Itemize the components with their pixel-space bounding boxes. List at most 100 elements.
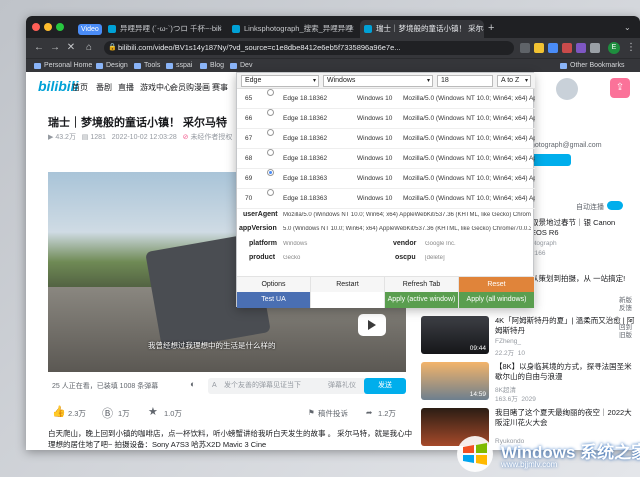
ua-row[interactable]: 70 Edge 18.18363 Windows 10 Mozilla/5.0 … [237, 189, 535, 209]
bookmark-item[interactable]: Personal Home [34, 60, 92, 72]
nav-item-home[interactable]: 首页 [72, 82, 88, 94]
forward-arrow-icon[interactable]: → [48, 41, 62, 55]
ua-radio[interactable] [267, 129, 274, 136]
tab-list-chevron-icon[interactable]: ⌄ [624, 20, 631, 36]
nav-item-games[interactable]: 游戏中心 [140, 82, 172, 94]
close-window-button[interactable] [32, 23, 40, 31]
folder-icon [200, 63, 207, 69]
minimize-window-button[interactable] [44, 23, 52, 31]
send-button[interactable]: 发送 [364, 378, 406, 394]
chevron-down-icon: ▾ [312, 78, 316, 84]
apply-active-window-button[interactable]: Apply (active window) [385, 292, 459, 308]
rec-title[interactable]: 取景地过春节｜银 Canon EOS R6 [531, 218, 631, 238]
ua-radio[interactable] [267, 89, 274, 96]
extension-icon[interactable] [562, 43, 572, 53]
favorite-star-icon[interactable]: ★ [148, 405, 158, 418]
restart-button[interactable]: Restart [311, 277, 385, 293]
os-select[interactable]: Windows ▾ [323, 75, 433, 87]
refresh-tab-button[interactable]: Refresh Tab [385, 277, 459, 293]
rec-thumbnail[interactable]: 09:44 [421, 316, 489, 354]
close-tab-icon[interactable]: × [475, 20, 480, 38]
ua-row-os: Windows 10 [357, 135, 393, 142]
platform-value[interactable]: Windows [283, 241, 363, 247]
share-icon[interactable] [520, 43, 530, 53]
ua-row[interactable]: 67 Edge 18.18362 Windows 10 Mozilla/5.0 … [237, 129, 535, 149]
danmaku-etiquette-link[interactable]: 弹幕礼仪 [328, 378, 356, 394]
ua-row-selected[interactable]: 69 Edge 18.18363 Windows 10 Mozilla/5.0 … [237, 169, 535, 189]
ua-search-input[interactable]: 18 [437, 75, 493, 87]
back-arrow-icon[interactable]: ← [32, 41, 46, 55]
maximize-window-button[interactable] [56, 23, 64, 31]
browser-select[interactable]: Edge ▾ [241, 75, 319, 87]
ua-radio[interactable] [267, 189, 274, 196]
tab-bilibili-home[interactable]: 异哩异哩 (´-ω-`)つロ 千杯~-bili × [104, 20, 226, 38]
ua-radio[interactable] [267, 109, 274, 116]
oscpu-value[interactable]: [delete] [425, 255, 525, 261]
extension-icon[interactable] [548, 43, 558, 53]
bookmark-item[interactable]: sspai [166, 60, 192, 72]
rec-title[interactable]: 我目睹了这个夏天最绚丽的夜空｜2022大阪淀川花火大会 [495, 408, 635, 428]
bookmark-item[interactable]: Design [96, 60, 128, 72]
nav-item-mall[interactable]: 会员购 [170, 82, 194, 94]
ua-row[interactable]: 66 Edge 18.18362 Windows 10 Mozilla/5.0 … [237, 109, 535, 129]
share-arrow-icon[interactable]: ➦ [366, 408, 372, 417]
sort-select[interactable]: A to Z ▾ [497, 75, 531, 87]
rec-video-card[interactable]: 14:59 【8K】以身临其境的方式，探寻法国圣米歇尔山的自由与浪漫 8K超清 … [421, 362, 632, 403]
font-a-icon[interactable]: A [212, 378, 217, 394]
bookmark-label: Other Bookmarks [570, 62, 625, 69]
bookmark-item[interactable]: Blog [200, 60, 224, 72]
danmaku-input[interactable]: A 发个友善的弹幕见证当下 弹幕礼仪 [208, 378, 388, 394]
coin-icon[interactable]: Ⓑ [102, 405, 113, 421]
report-icon[interactable]: ⚑ [308, 408, 315, 417]
useragent-value[interactable]: Mozilla/5.0 (Windows NT 10.0; Win64; x64… [283, 212, 531, 218]
home-icon[interactable]: ⌂ [82, 41, 96, 55]
product-value[interactable]: Gecko [283, 255, 363, 261]
puzzle-icon[interactable] [590, 43, 600, 53]
apply-all-windows-button[interactable]: Apply (all windows) [459, 292, 535, 308]
extension-icon[interactable] [576, 43, 586, 53]
like-icon[interactable]: 👍 [52, 405, 66, 418]
bookmark-label: Blog [210, 62, 225, 69]
close-tab-icon[interactable]: × [349, 20, 354, 38]
video-description: 白天爬山，晚上回到小镇的咖啡店，点一杯饮料，听小螃蟹讲给我听白天发生的故事 。 … [48, 429, 413, 449]
ua-row[interactable]: 68 Edge 18.18362 Windows 10 Mozilla/5.0 … [237, 149, 535, 169]
windows-watermark: Windows 系统之家 www.bjjmlv.com [455, 432, 640, 477]
follow-button[interactable] [531, 154, 571, 166]
profile-avatar[interactable]: E [608, 42, 620, 54]
reset-button[interactable]: Reset [459, 277, 535, 293]
vendor-value[interactable]: Google Inc. [425, 241, 525, 247]
close-tab-icon[interactable]: × [217, 20, 222, 38]
ua-row-browser: Edge 18.18363 [283, 195, 328, 202]
star-icon[interactable] [534, 43, 544, 53]
nav-item-manga[interactable]: 漫画 [194, 82, 210, 94]
side-link-new[interactable]: 新版 反馈 [619, 297, 632, 313]
rec-title[interactable]: 【8K】以身临其境的方式，探寻法国圣米歇尔山的自由与浪漫 [495, 362, 635, 382]
rec-thumbnail[interactable]: 14:59 [421, 362, 489, 400]
close-icon[interactable]: ✕ [64, 41, 78, 55]
appversion-value[interactable]: 5.0 (Windows NT 10.0; Win64; x64) AppleW… [283, 226, 531, 232]
autoplay-toggle[interactable] [607, 201, 623, 210]
rec-title[interactable]: 从策划到拍摄，从 一站搞定! [531, 274, 631, 284]
bookmark-item[interactable]: Tools [134, 60, 160, 72]
nav-item-anime[interactable]: 番剧 [96, 82, 112, 94]
address-bar[interactable]: 🔒 bilibili.com/video/BV1s14y187Ny/?vd_so… [104, 41, 514, 55]
nav-item-live[interactable]: 直播 [118, 82, 134, 94]
test-ua-button[interactable]: Test UA [237, 292, 311, 308]
other-bookmarks[interactable]: Other Bookmarks [560, 60, 624, 72]
ua-row[interactable]: 65 Edge 18.18362 Windows 10 Mozilla/5.0 … [237, 89, 535, 109]
rec-title[interactable]: 4K「阿姆斯特丹的夏」| 溫柔而又治愈 | 阿姆斯特丹 [495, 316, 635, 336]
ua-radio-selected[interactable] [267, 169, 274, 176]
bookmark-item[interactable]: Dev [230, 60, 252, 72]
menu-dots-icon[interactable]: ⋮ [624, 41, 638, 55]
report-link[interactable]: 稿件投诉 [318, 408, 348, 419]
rec-video-card[interactable]: 09:44 4K「阿姆斯特丹的夏」| 溫柔而又治愈 | 阿姆斯特丹 FZheng… [421, 316, 634, 357]
ua-radio[interactable] [267, 149, 274, 156]
nav-item-esports[interactable]: 赛事 [212, 82, 228, 94]
tab-group-badge[interactable]: Video [78, 24, 102, 35]
rec-user[interactable]: FZheng_ [495, 338, 521, 345]
tab-search[interactable]: Linksphotograph_搜索_异哩异哩 × [228, 20, 358, 38]
plus-icon[interactable]: + [488, 20, 494, 36]
danmaku-toggle-icon[interactable]: ◐ [190, 379, 195, 389]
options-button[interactable]: Options [237, 277, 311, 293]
tab-video-active[interactable]: 瑞士｜梦境般的童话小镇！ 采尔马 × [360, 20, 484, 38]
